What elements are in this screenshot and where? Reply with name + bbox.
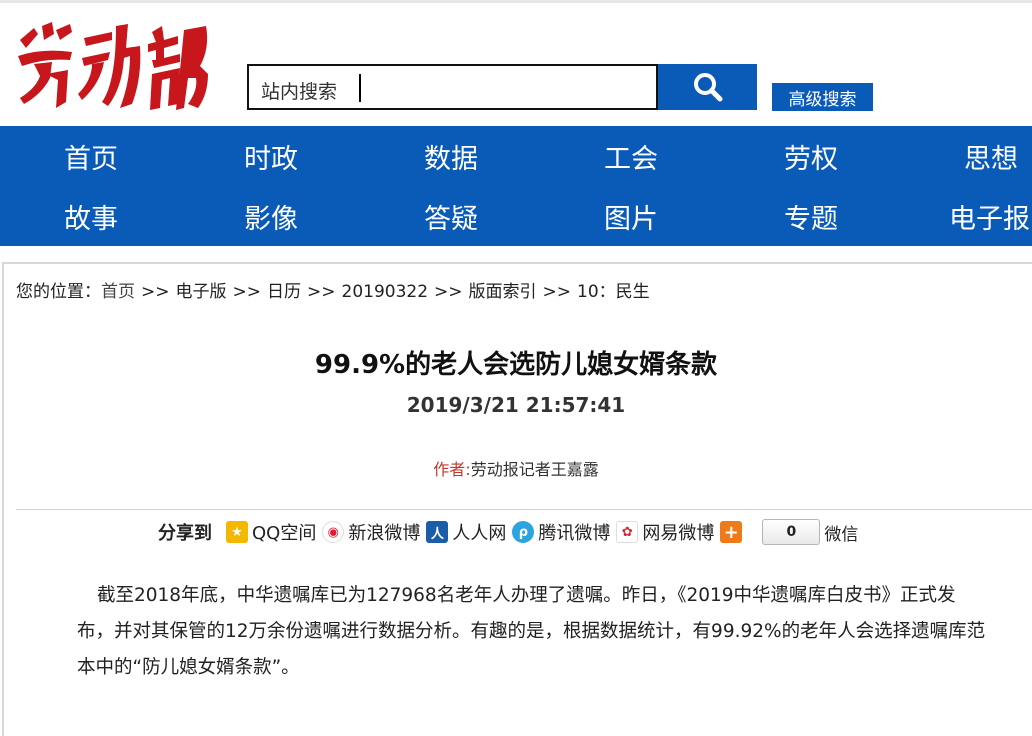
main-nav: 首页 时政 数据 工会 劳权 思想 故事 影像 答疑 图片 专题 电子报 xyxy=(0,126,1032,246)
nav-item-epaper[interactable]: 电子报 xyxy=(931,191,1032,241)
nav-item-home[interactable]: 首页 xyxy=(31,131,151,181)
advanced-search-button[interactable]: 高级搜索 xyxy=(772,83,873,111)
breadcrumb: 您的位置：首页 >> 电子版 >> 日历 >> 20190322 >> 版面索引 >> 10：民生 xyxy=(16,277,650,302)
breadcrumb-separator: >> xyxy=(434,282,463,302)
share-renren[interactable]: 人 人人网 xyxy=(426,519,506,545)
share-qzone[interactable]: ★ QQ空间 xyxy=(226,519,316,545)
plus-icon: + xyxy=(720,521,743,543)
breadcrumb-separator: >> xyxy=(542,282,572,302)
breadcrumb-separator: >> xyxy=(307,282,336,302)
nav-item-topics[interactable]: 专题 xyxy=(751,191,871,241)
divider xyxy=(16,509,1032,510)
author-name: 劳动报记者王嘉露 xyxy=(470,460,599,479)
share-renren-label: 人人网 xyxy=(452,523,507,544)
nav-item-thought[interactable]: 思想 xyxy=(931,131,1032,181)
search-placeholder: 站内搜索 xyxy=(261,81,338,103)
share-weixin[interactable]: 微信 xyxy=(824,520,858,545)
search-icon xyxy=(693,73,722,102)
breadcrumb-separator: >> xyxy=(232,282,262,302)
breadcrumb-section[interactable]: 10：民生 xyxy=(577,282,650,302)
share-more[interactable]: + xyxy=(720,521,746,543)
breadcrumb-prefix: 您的位置： xyxy=(16,282,101,302)
share-count: 0 xyxy=(762,519,821,545)
share-netease-weibo[interactable]: ✿ 网易微博 xyxy=(616,519,714,545)
nav-item-labor-rights[interactable]: 劳权 xyxy=(751,131,871,181)
article-author: 作者:劳动报记者王嘉露 xyxy=(0,456,1032,480)
qzone-icon: ★ xyxy=(226,521,248,543)
text-caret xyxy=(359,74,361,102)
share-weibo-label: 新浪微博 xyxy=(348,523,421,544)
tencent-weibo-icon: ρ xyxy=(512,521,535,543)
netease-weibo-icon: ✿ xyxy=(616,521,639,543)
nav-item-pictures[interactable]: 图片 xyxy=(571,191,691,241)
nav-item-qa[interactable]: 答疑 xyxy=(391,191,511,241)
breadcrumb-date[interactable]: 20190322 xyxy=(342,282,429,302)
share-tencent-weibo[interactable]: ρ 腾讯微博 xyxy=(512,519,610,545)
nav-item-union[interactable]: 工会 xyxy=(571,131,691,181)
breadcrumb-page-index[interactable]: 版面索引 xyxy=(469,282,537,302)
share-tencent-weibo-label: 腾讯微博 xyxy=(538,523,611,544)
weibo-icon: ◉ xyxy=(322,521,345,543)
renren-icon: 人 xyxy=(426,521,449,543)
nav-item-politics[interactable]: 时政 xyxy=(211,131,331,181)
breadcrumb-separator: >> xyxy=(141,282,170,302)
breadcrumb-epaper[interactable]: 电子版 xyxy=(176,282,227,302)
share-weibo[interactable]: ◉ 新浪微博 xyxy=(322,519,420,545)
article-date: 2019/3/21 21:57:41 xyxy=(406,393,626,417)
share-qzone-label: QQ空间 xyxy=(252,523,317,544)
search-input[interactable]: 站内搜索 xyxy=(247,64,658,110)
share-netease-weibo-label: 网易微博 xyxy=(642,523,715,544)
share-label: 分享到 xyxy=(158,523,212,544)
breadcrumb-home[interactable]: 首页 xyxy=(101,282,135,302)
article-title: 99.9%的老人会选防儿媳女婿条款 xyxy=(314,350,718,380)
breadcrumb-calendar[interactable]: 日历 xyxy=(267,282,301,302)
search-button[interactable] xyxy=(658,64,757,110)
top-border xyxy=(0,0,1032,3)
site-logo[interactable] xyxy=(12,18,212,114)
nav-item-stories[interactable]: 故事 xyxy=(31,191,151,241)
author-label: 作者: xyxy=(433,460,471,479)
nav-item-video[interactable]: 影像 xyxy=(211,191,331,241)
share-bar: 分享到 ★ QQ空间 ◉ 新浪微博 人 人人网 ρ 腾讯微博 ✿ 网易微博 + … xyxy=(158,518,858,546)
article-body: 截至2018年底，中华遗嘱库已为127968名老年人办理了遗嘱。昨日，《2019… xyxy=(77,585,986,678)
nav-item-data[interactable]: 数据 xyxy=(391,131,511,181)
